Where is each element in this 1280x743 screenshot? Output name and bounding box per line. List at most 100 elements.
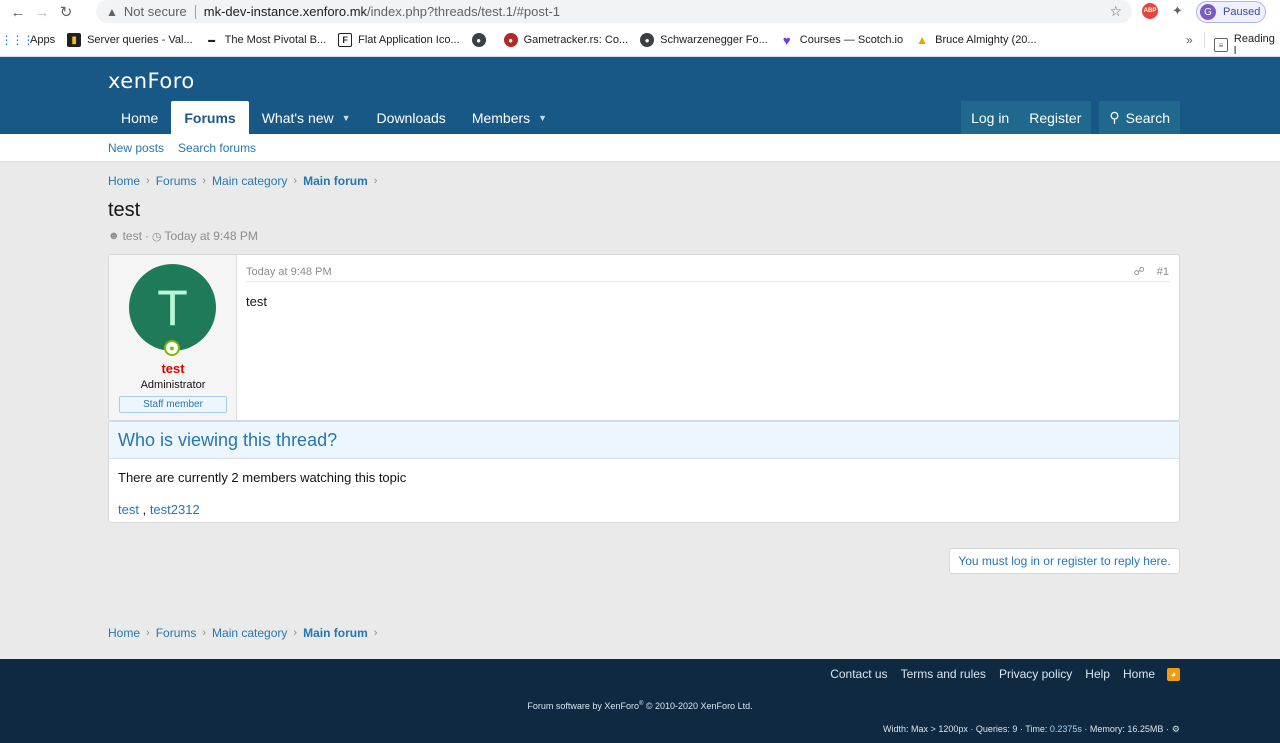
staff-badge: Staff member [119,396,227,413]
bookmark-item[interactable]: ● [471,33,492,47]
tab-forums[interactable]: Forums [171,101,249,134]
extensions-puzzle-icon[interactable]: ✦ [1172,3,1183,19]
address-separator [194,4,196,19]
reply-notice-button[interactable]: You must log in or register to reply her… [949,548,1180,574]
online-status-icon: ● [164,340,180,356]
tab-label: Downloads [376,109,446,126]
footer-link-privacy[interactable]: Privacy policy [999,667,1072,681]
footer-link-home[interactable]: Home [1123,667,1155,681]
more-bookmarks-chevron-icon[interactable]: » [1186,33,1193,47]
reload-icon[interactable]: ↻ [54,0,78,24]
forward-arrow-icon[interactable]: → [30,0,54,24]
breadcrumb-home[interactable]: Home [108,174,140,188]
chevron-down-icon[interactable]: ▼ [538,113,547,123]
post-date[interactable]: Today at 9:48 PM [246,266,332,278]
thread-time[interactable]: Today at 9:48 PM [165,229,258,243]
bookmark-label: Courses — Scotch.io [799,34,904,46]
bookmark-label: Apps [30,34,56,46]
bookmark-item[interactable]: ● Gametracker.rs: Co... [503,33,629,47]
copyright-text[interactable]: Forum software by XenForo [527,701,639,711]
breadcrumb-bottom: Home › Forums › Main category › Main forum › [108,626,383,640]
viewers-text: There are currently 2 members watching t… [118,470,407,485]
chevron-down-icon[interactable]: ▼ [342,113,351,123]
back-arrow-icon[interactable]: ← [6,0,30,24]
bookmark-item[interactable]: ▬ The Most Pivotal B... [205,33,326,47]
tab-downloads[interactable]: Downloads [364,101,459,134]
post-username[interactable]: test [109,361,237,376]
meta-separator: · [144,229,149,243]
footer-link-contact[interactable]: Contact us [830,667,887,681]
bookmark-label: The Most Pivotal B... [224,34,327,46]
viewers-list: test , test2312 [118,502,200,517]
chevron-right-icon: › [373,175,378,187]
post-user-title: Administrator [140,379,206,391]
adblock-extension-icon[interactable]: ABP [1142,3,1158,19]
tab-members[interactable]: Members ▼ [459,101,560,134]
new-posts-link[interactable]: New posts [108,141,164,155]
breadcrumb-forums[interactable]: Forums [156,626,197,640]
bookmark-star-icon[interactable]: ☆ [1109,3,1122,20]
viewer-link[interactable]: test2312 [150,502,200,517]
reading-list-button[interactable]: ≡ Reading l [1214,33,1280,57]
post-user-cell: T ● test Administrator Staff member [109,255,237,420]
post: T ● test Administrator Staff member Toda… [108,254,1180,421]
post-divider [246,281,1170,282]
browser-toolbar: ← → ↻ ▲ Not secure mk-dev-instance.xenfo… [0,0,1280,24]
bookmark-label: Gametracker.rs: Co... [523,34,629,46]
site-logo[interactable]: xenForo [108,69,195,93]
site-footer: Contact us Terms and rules Privacy polic… [0,659,1280,743]
rss-icon[interactable]: ◕ [1167,667,1180,681]
footer-link-terms[interactable]: Terms and rules [901,667,986,681]
bookmark-item[interactable]: ▮ Server queries - Val... [67,33,193,47]
warning-triangle-icon[interactable]: ▲ [106,5,118,19]
page-title: test [108,199,141,221]
share-icon[interactable]: ☍ [1134,265,1145,278]
url-path[interactable]: /index.php?threads/test.1/#post-1 [367,4,560,19]
breadcrumb-main-forum[interactable]: Main forum [303,174,368,188]
tab-label: What's new [261,109,334,126]
address-bar[interactable]: ▲ Not secure mk-dev-instance.xenforo.mk /… [96,0,1132,23]
post-number[interactable]: #1 [1157,266,1169,278]
post-actions: ☍ #1 [1134,265,1169,279]
bookmark-favicon: ▮ [67,33,82,47]
breadcrumb-main-category[interactable]: Main category [212,174,287,188]
debug-info: Width: Max > 1200px · Queries: 9 · Time:… [883,724,1180,735]
search-button[interactable]: ⚲ Search [1099,101,1180,134]
url-host[interactable]: mk-dev-instance.xenforo.mk [204,4,367,19]
gear-icon[interactable]: ⚙ [1172,724,1180,734]
debug-text-b: · Memory: 16.25MB · [1081,724,1169,734]
profile-button[interactable]: G Paused [1196,1,1266,23]
search-label: Search [1125,109,1170,126]
not-secure-label[interactable]: Not secure [124,4,187,19]
bookmark-label: Flat Application Ico... [358,34,460,46]
tab-home[interactable]: Home [108,101,171,134]
bookmark-favicon: ♥ [782,32,791,48]
viewer-separator: , [138,502,150,517]
bookmark-apps[interactable]: ⋮⋮⋮ Apps [1,33,56,47]
tab-label: Forums [184,109,236,126]
bookmark-item[interactable]: ● Schwarzenegger Fo... [640,33,768,47]
breadcrumb-main-category[interactable]: Main category [212,626,287,640]
search-forums-link[interactable]: Search forums [178,141,256,155]
viewers-heading: Who is viewing this thread? [109,422,1179,459]
thread-author[interactable]: test [123,229,142,243]
tab-whats-new[interactable]: What's new ▼ [249,101,364,134]
footer-link-help[interactable]: Help [1085,667,1110,681]
login-button[interactable]: Log in [961,101,1020,134]
viewer-link[interactable]: test [118,502,139,517]
chevron-right-icon: › [293,175,298,187]
breadcrumb-forums[interactable]: Forums [156,174,197,188]
copyright-text-b: © 2010-2020 XenForo Ltd. [643,701,753,711]
main-nav: Home Forums What's new ▼ Downloads Member… [108,101,560,134]
avatar[interactable]: T [129,264,216,351]
bookmark-item[interactable]: F Flat Application Ico... [338,33,460,47]
register-button[interactable]: Register [1019,101,1092,134]
breadcrumb-main-forum[interactable]: Main forum [303,626,368,640]
bookmark-item[interactable]: ▲ Bruce Almighty (20... [915,33,1036,47]
reading-list-label: Reading l [1233,33,1275,57]
bookmark-favicon: ▲ [916,33,929,47]
bookmark-item[interactable]: ♥ Courses — Scotch.io [780,32,904,48]
profile-avatar: G [1200,4,1216,20]
copyright: Forum software by XenForo® © 2010-2020 X… [0,701,1280,711]
breadcrumb-home[interactable]: Home [108,626,140,640]
